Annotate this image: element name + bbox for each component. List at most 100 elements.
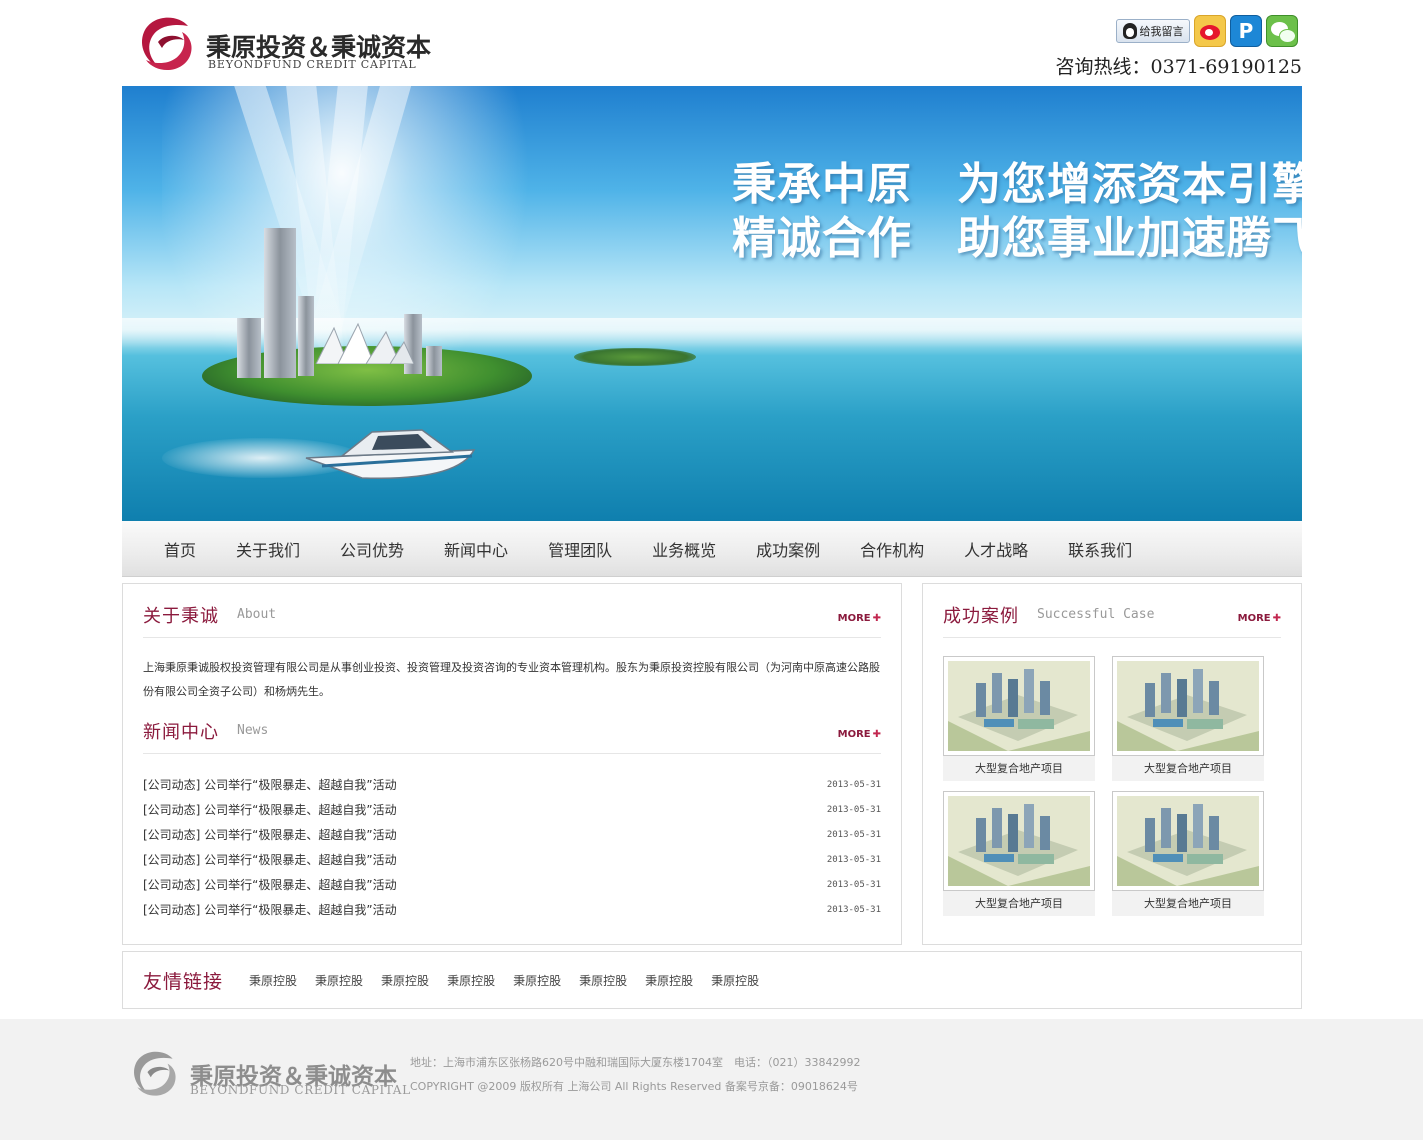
- more-label: MORE: [1237, 613, 1271, 624]
- footer-address: 地址：上海市浦东区张杨路620号中融和瑞国际大厦东楼1704室 电话：（021）…: [410, 1056, 861, 1069]
- site-logo[interactable]: 秉原投资＆秉诚资本 BEYONDFUND CREDIT CAPITAL: [138, 12, 438, 78]
- case-item[interactable]: 大型复合地产项目: [943, 791, 1095, 916]
- about-header: 关于秉诚 About MORE ✚: [143, 584, 881, 638]
- site-header: 秉原投资＆秉诚资本 BEYONDFUND CREDIT CAPITAL 给我留言…: [122, 0, 1302, 86]
- weibo-icon[interactable]: [1194, 15, 1226, 47]
- friendly-link[interactable]: 秉原控股: [447, 972, 495, 989]
- nav-item-business[interactable]: 业务概览: [632, 537, 736, 561]
- nav-item-contact[interactable]: 联系我们: [1048, 537, 1152, 561]
- logo-mark-icon: [141, 17, 192, 71]
- case-thumbnail[interactable]: [1112, 656, 1264, 756]
- site-footer: 秉原投资＆秉诚资本 BEYONDFUND CREDIT CAPITAL 地址：上…: [0, 1019, 1423, 1140]
- nav-item-advantages[interactable]: 公司优势: [320, 537, 424, 561]
- case-label[interactable]: 大型复合地产项目: [943, 756, 1095, 781]
- case-label[interactable]: 大型复合地产项目: [943, 891, 1095, 916]
- about-title-en: About: [237, 607, 277, 622]
- friendly-link[interactable]: 秉原控股: [645, 972, 693, 989]
- building: [237, 318, 261, 378]
- footer-logo[interactable]: 秉原投资＆秉诚资本 BEYONDFUND CREDIT CAPITAL: [130, 1047, 410, 1105]
- about-text: 上海秉原秉诚股权投资管理有限公司是从事创业投资、投资管理及投资咨询的专业资本管理…: [143, 661, 880, 698]
- slogan-line-2: 精诚合作 助您事业加速腾飞: [732, 213, 1302, 264]
- qq-message-icon: [1122, 23, 1137, 39]
- news-item-date: 2013-05-31: [826, 854, 881, 865]
- cases-title-en: Successful Case: [1037, 607, 1155, 622]
- case-image: [948, 661, 1090, 751]
- footer-copyright: COPYRIGHT @2009 版权所有 上海公司 All Rights Res…: [410, 1080, 858, 1093]
- case-thumbnail[interactable]: [1112, 791, 1264, 891]
- main-content: 关于秉诚 About MORE ✚ 上海秉原秉诚股权投资管理有限公司是从事创业投资…: [122, 583, 1302, 945]
- footer-logo-english: BEYONDFUND CREDIT CAPITAL: [190, 1083, 411, 1097]
- news-item-title[interactable]: [公司动态] 公司举行“极限暴走、超越自我”活动: [143, 801, 397, 818]
- cases-more-link[interactable]: MORE ✚: [1238, 613, 1281, 624]
- qq-message-button[interactable]: 给我留言: [1116, 19, 1190, 43]
- news-item-title[interactable]: [公司动态] 公司举行“极限暴走、超越自我”活动: [143, 851, 397, 868]
- news-item[interactable]: [公司动态] 公司举行“极限暴走、超越自我”活动 2013-05-31: [143, 772, 881, 797]
- cases-title: 成功案例: [943, 606, 1019, 627]
- news-item[interactable]: [公司动态] 公司举行“极限暴走、超越自我”活动 2013-05-31: [143, 897, 881, 922]
- hotline: 咨询热线：0371-69190125: [1055, 56, 1302, 78]
- case-thumbnail[interactable]: [943, 656, 1095, 756]
- more-label: MORE: [837, 613, 871, 624]
- friendly-link[interactable]: 秉原控股: [579, 972, 627, 989]
- slogan-line-1: 秉承中原 为您增添资本引擎: [732, 159, 1302, 210]
- news-item-title[interactable]: [公司动态] 公司举行“极限暴走、超越自我”活动: [143, 876, 397, 893]
- left-panel: 关于秉诚 About MORE ✚ 上海秉原秉诚股权投资管理有限公司是从事创业投资…: [122, 583, 902, 945]
- case-item[interactable]: 大型复合地产项目: [1112, 656, 1264, 781]
- news-item-date: 2013-05-31: [826, 779, 881, 790]
- nav-item-talent[interactable]: 人才战略: [944, 537, 1048, 561]
- nav-item-news[interactable]: 新闻中心: [424, 537, 528, 561]
- nav-item-home[interactable]: 首页: [144, 537, 216, 561]
- news-header: 新闻中心 News MORE ✚: [143, 704, 881, 754]
- about-title: 关于秉诚: [143, 606, 219, 627]
- news-item-date: 2013-05-31: [826, 879, 881, 890]
- qq-message-label: 给我留言: [1139, 25, 1184, 38]
- distant-island: [574, 348, 696, 366]
- news-item-date: 2013-05-31: [826, 804, 881, 815]
- friendly-links: 友情链接 秉原控股 秉原控股 秉原控股 秉原控股 秉原控股 秉原控股 秉原控股 …: [122, 951, 1302, 1009]
- plus-icon: ✚: [872, 613, 881, 624]
- case-label[interactable]: 大型复合地产项目: [1112, 756, 1264, 781]
- social-links: 给我留言 P: [1116, 15, 1298, 47]
- case-label[interactable]: 大型复合地产项目: [1112, 891, 1264, 916]
- friendly-link[interactable]: 秉原控股: [711, 972, 759, 989]
- news-item-title[interactable]: [公司动态] 公司举行“极限暴走、超越自我”活动: [143, 776, 397, 793]
- friendly-link[interactable]: 秉原控股: [513, 972, 561, 989]
- friendly-link[interactable]: 秉原控股: [381, 972, 429, 989]
- friendly-link[interactable]: 秉原控股: [249, 972, 297, 989]
- right-panel: 成功案例 Successful Case MORE ✚ 大型复合地产项目 大型复…: [922, 583, 1302, 945]
- news-item[interactable]: [公司动态] 公司举行“极限暴走、超越自我”活动 2013-05-31: [143, 822, 881, 847]
- pengyou-icon[interactable]: P: [1230, 15, 1262, 47]
- cases-header: 成功案例 Successful Case MORE ✚: [943, 584, 1281, 638]
- case-image: [948, 796, 1090, 886]
- building: [426, 346, 442, 376]
- case-item[interactable]: 大型复合地产项目: [1112, 791, 1264, 916]
- case-image: [1117, 661, 1259, 751]
- news-item-date: 2013-05-31: [826, 829, 881, 840]
- wechat-icon[interactable]: [1266, 15, 1298, 47]
- news-item-title[interactable]: [公司动态] 公司举行“极限暴走、超越自我”活动: [143, 826, 397, 843]
- case-item[interactable]: 大型复合地产项目: [943, 656, 1095, 781]
- news-item[interactable]: [公司动态] 公司举行“极限暴走、超越自我”活动 2013-05-31: [143, 872, 881, 897]
- friendly-link[interactable]: 秉原控股: [315, 972, 363, 989]
- news-more-link[interactable]: MORE ✚: [838, 729, 881, 740]
- hero-banner: 秉承中原 为您增添资本引擎 精诚合作 助您事业加速腾飞: [122, 86, 1302, 521]
- news-item-title[interactable]: [公司动态] 公司举行“极限暴走、超越自我”活动: [143, 901, 397, 918]
- news-title: 新闻中心: [143, 722, 219, 743]
- about-more-link[interactable]: MORE ✚: [838, 613, 881, 624]
- nav-item-about[interactable]: 关于我们: [216, 537, 320, 561]
- nav-item-cases[interactable]: 成功案例: [736, 537, 840, 561]
- case-thumbnail[interactable]: [943, 791, 1095, 891]
- skyscraper: [264, 228, 296, 378]
- plus-icon: ✚: [872, 729, 881, 740]
- main-nav: 首页 关于我们 公司优势 新闻中心 管理团队 业务概览 成功案例 合作机构 人才…: [122, 521, 1302, 577]
- links-title: 友情链接: [143, 970, 224, 993]
- banner-slogan: 秉承中原 为您增添资本引擎 精诚合作 助您事业加速腾飞: [732, 158, 1302, 266]
- nav-item-partners[interactable]: 合作机构: [840, 537, 944, 561]
- news-item[interactable]: [公司动态] 公司举行“极限暴走、超越自我”活动 2013-05-31: [143, 797, 881, 822]
- case-image: [1117, 796, 1259, 886]
- news-item-date: 2013-05-31: [826, 904, 881, 915]
- more-label: MORE: [837, 729, 871, 740]
- nav-item-team[interactable]: 管理团队: [528, 537, 632, 561]
- speedboat: [305, 429, 476, 480]
- news-item[interactable]: [公司动态] 公司举行“极限暴走、超越自我”活动 2013-05-31: [143, 847, 881, 872]
